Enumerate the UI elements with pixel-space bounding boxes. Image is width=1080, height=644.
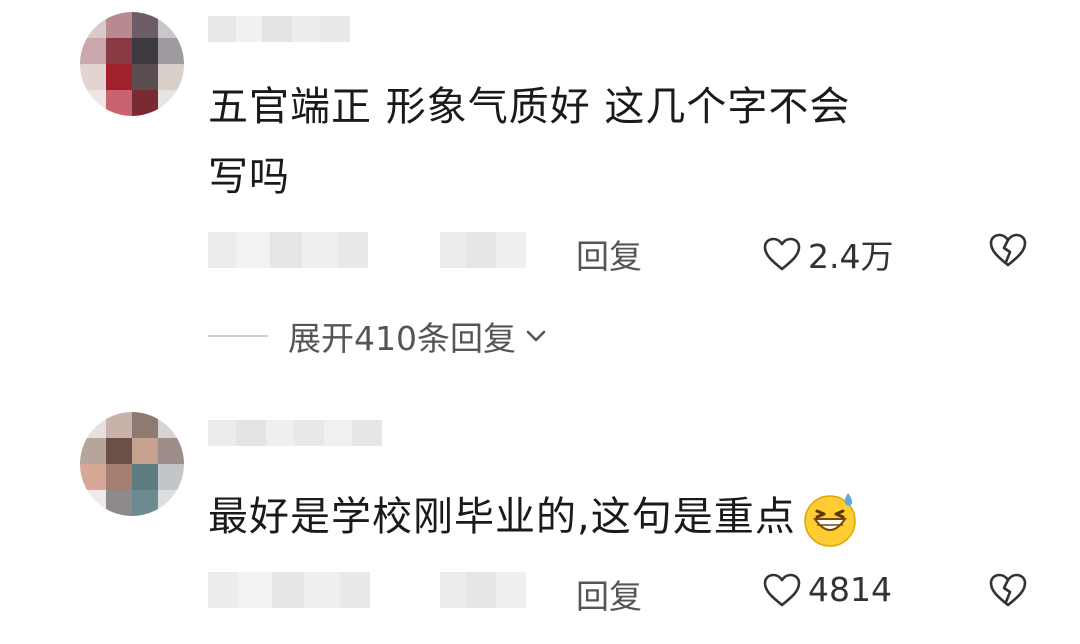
avatar[interactable] [80, 12, 184, 116]
reply-button[interactable]: 回复 [576, 570, 642, 618]
username-blurred[interactable] [208, 16, 350, 42]
username-blurred[interactable] [208, 420, 382, 446]
heart-outline-icon [763, 573, 801, 606]
grinning-sweat-emoji [803, 493, 856, 547]
expand-divider [208, 335, 268, 337]
expand-replies-label: 展开410条回复 [288, 319, 516, 358]
chevron-down-icon [526, 330, 546, 342]
broken-heart-icon [989, 573, 1027, 607]
like-button[interactable]: 4814 [762, 570, 892, 609]
comment-location-blurred [440, 232, 526, 268]
comment-date-blurred [208, 232, 368, 268]
comment-text: 五官端正 形象气质好 这几个字不会 写吗 [208, 84, 851, 200]
like-count: 2.4万 [808, 237, 894, 276]
heart-outline-icon [763, 237, 801, 271]
comment-text: 最好是学校刚毕业的,这句是重点 [208, 482, 860, 552]
avatar[interactable] [80, 412, 184, 516]
like-count: 4814 [808, 570, 892, 609]
comment-date-blurred [208, 572, 370, 608]
comment-location-blurred [440, 572, 526, 608]
broken-heart-icon [989, 233, 1027, 267]
dislike-button[interactable] [988, 232, 1028, 272]
dislike-button[interactable] [988, 572, 1028, 612]
reply-button[interactable]: 回复 [576, 230, 642, 278]
like-button[interactable]: 2.4万 [762, 230, 893, 278]
expand-replies-button[interactable]: 展开410条回复 [208, 312, 550, 360]
